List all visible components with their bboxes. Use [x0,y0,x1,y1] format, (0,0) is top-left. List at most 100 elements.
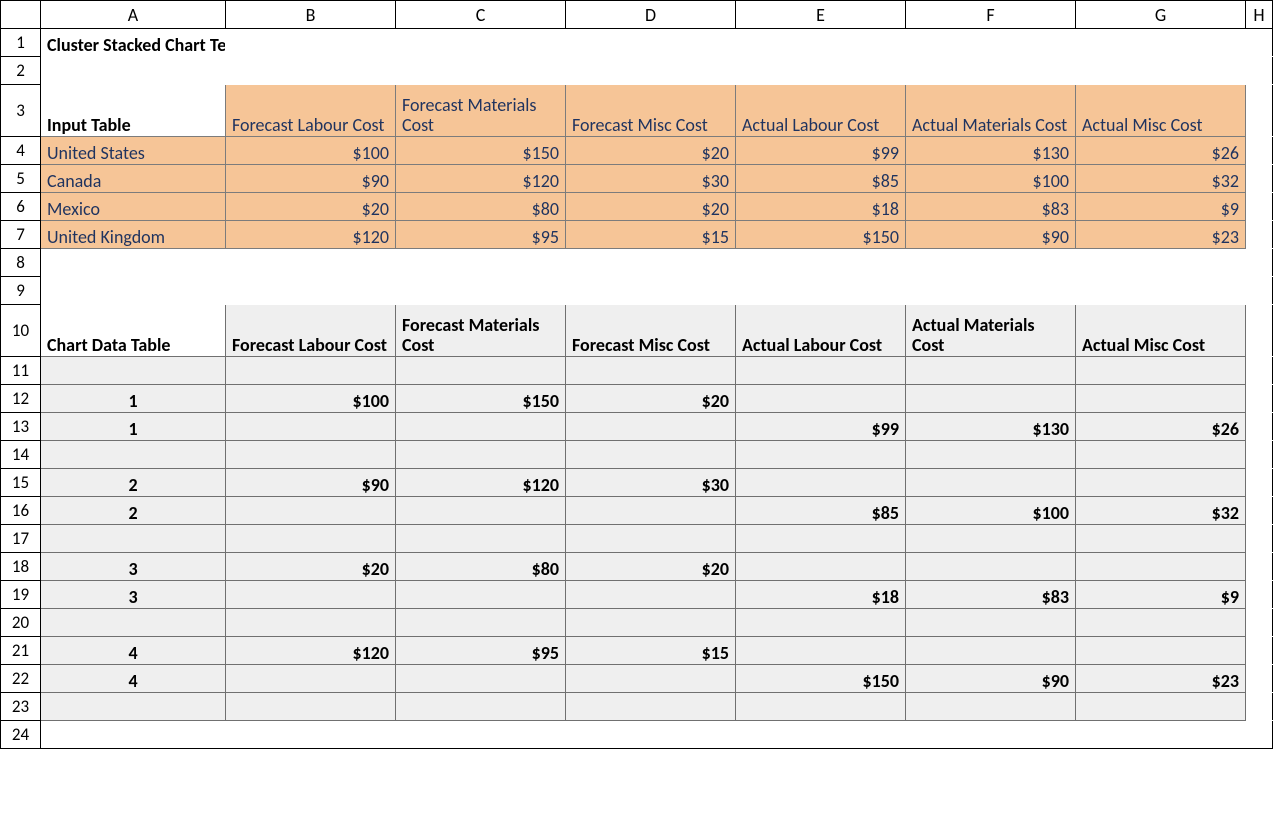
cell-H19[interactable] [1246,581,1273,609]
cell-F16[interactable]: $100 [906,497,1076,525]
cell-B20[interactable] [226,609,396,637]
cell-F23[interactable] [906,693,1076,721]
cell-H18[interactable] [1246,553,1273,581]
cell-H20[interactable] [1246,609,1273,637]
col-header-H[interactable]: H [1246,1,1273,29]
cell-F18[interactable] [906,553,1076,581]
cell-E5[interactable]: $85 [736,165,906,193]
cell-B3[interactable]: Forecast Labour Cost [226,85,396,137]
cell-C9[interactable] [396,277,566,305]
cell-D22[interactable] [566,665,736,693]
cell-G5[interactable]: $32 [1076,165,1246,193]
cell-F24[interactable] [906,721,1076,749]
cell-A17[interactable] [41,525,226,553]
cell-B5[interactable]: $90 [226,165,396,193]
cell-D16[interactable] [566,497,736,525]
cell-C3[interactable]: Forecast Materials Cost [396,85,566,137]
col-header-E[interactable]: E [736,1,906,29]
cell-E6[interactable]: $18 [736,193,906,221]
row-header-7[interactable]: 7 [1,221,41,249]
cell-C5[interactable]: $120 [396,165,566,193]
col-header-G[interactable]: G [1076,1,1246,29]
cell-E1[interactable] [736,29,906,57]
cell-F10[interactable]: Actual Materials Cost [906,305,1076,357]
row-header-4[interactable]: 4 [1,137,41,165]
cell-B6[interactable]: $20 [226,193,396,221]
cell-C2[interactable] [396,57,566,85]
cell-F15[interactable] [906,469,1076,497]
cell-C22[interactable] [396,665,566,693]
cell-C24[interactable] [396,721,566,749]
cell-B19[interactable] [226,581,396,609]
cell-B13[interactable] [226,413,396,441]
cell-C1[interactable] [396,29,566,57]
cell-H24[interactable] [1246,721,1273,749]
row-header-11[interactable]: 11 [1,357,41,385]
cell-A23[interactable] [41,693,226,721]
cell-F7[interactable]: $90 [906,221,1076,249]
row-header-14[interactable]: 14 [1,441,41,469]
cell-C17[interactable] [396,525,566,553]
cell-A1[interactable]: Cluster Stacked Chart Template [41,29,226,57]
cell-E11[interactable] [736,357,906,385]
cell-D10[interactable]: Forecast Misc Cost [566,305,736,357]
cell-A20[interactable] [41,609,226,637]
col-header-C[interactable]: C [396,1,566,29]
cell-A6[interactable]: Mexico [41,193,226,221]
cell-F22[interactable]: $90 [906,665,1076,693]
row-header-24[interactable]: 24 [1,721,41,749]
cell-E18[interactable] [736,553,906,581]
cell-D2[interactable] [566,57,736,85]
select-all-corner[interactable] [1,1,41,29]
cell-E8[interactable] [736,249,906,277]
row-header-16[interactable]: 16 [1,497,41,525]
row-header-1[interactable]: 1 [1,29,41,57]
cell-G17[interactable] [1076,525,1246,553]
cell-G9[interactable] [1076,277,1246,305]
row-header-8[interactable]: 8 [1,249,41,277]
row-header-17[interactable]: 17 [1,525,41,553]
row-header-13[interactable]: 13 [1,413,41,441]
row-header-5[interactable]: 5 [1,165,41,193]
row-header-19[interactable]: 19 [1,581,41,609]
cell-D18[interactable]: $20 [566,553,736,581]
cell-E10[interactable]: Actual Labour Cost [736,305,906,357]
cell-H11[interactable] [1246,357,1273,385]
cell-F1[interactable] [906,29,1076,57]
cell-B24[interactable] [226,721,396,749]
cell-G6[interactable]: $9 [1076,193,1246,221]
cell-A24[interactable] [41,721,226,749]
cell-E13[interactable]: $99 [736,413,906,441]
cell-D6[interactable]: $20 [566,193,736,221]
cell-H5[interactable] [1246,165,1273,193]
cell-D24[interactable] [566,721,736,749]
cell-H22[interactable] [1246,665,1273,693]
cell-E17[interactable] [736,525,906,553]
cell-B18[interactable]: $20 [226,553,396,581]
cell-C7[interactable]: $95 [396,221,566,249]
cell-E2[interactable] [736,57,906,85]
cell-A2[interactable] [41,57,226,85]
cell-D15[interactable]: $30 [566,469,736,497]
cell-H8[interactable] [1246,249,1273,277]
cell-G7[interactable]: $23 [1076,221,1246,249]
cell-D21[interactable]: $15 [566,637,736,665]
cell-B9[interactable] [226,277,396,305]
cell-E4[interactable]: $99 [736,137,906,165]
row-header-9[interactable]: 9 [1,277,41,305]
cell-F3[interactable]: Actual Materials Cost [906,85,1076,137]
cell-G16[interactable]: $32 [1076,497,1246,525]
cell-E21[interactable] [736,637,906,665]
cell-E12[interactable] [736,385,906,413]
cell-H3[interactable] [1246,85,1273,137]
cell-A7[interactable]: United Kingdom [41,221,226,249]
cell-D8[interactable] [566,249,736,277]
cell-H10[interactable] [1246,305,1273,357]
cell-D4[interactable]: $20 [566,137,736,165]
cell-D7[interactable]: $15 [566,221,736,249]
cell-H13[interactable] [1246,413,1273,441]
cell-E19[interactable]: $18 [736,581,906,609]
col-header-D[interactable]: D [566,1,736,29]
cell-B7[interactable]: $120 [226,221,396,249]
cell-C13[interactable] [396,413,566,441]
